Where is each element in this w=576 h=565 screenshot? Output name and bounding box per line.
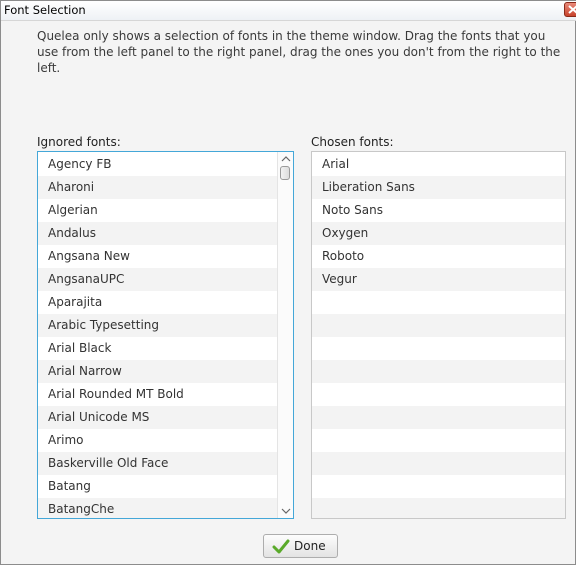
title-bar: Font Selection — [1, 1, 576, 21]
list-item[interactable] — [312, 406, 565, 429]
close-button[interactable] — [564, 2, 576, 17]
list-item[interactable]: Andalus — [38, 222, 277, 245]
list-item[interactable]: Vegur — [312, 268, 565, 291]
list-item[interactable]: Arial Narrow — [38, 360, 277, 383]
list-item[interactable]: Noto Sans — [312, 199, 565, 222]
list-item[interactable]: Aparajita — [38, 291, 277, 314]
scroll-up-icon[interactable] — [281, 155, 291, 163]
list-item[interactable] — [312, 429, 565, 452]
font-selection-dialog: Font Selection Quelea only shows a selec… — [0, 0, 576, 565]
list-item[interactable]: AngsanaUPC — [38, 268, 277, 291]
list-item[interactable]: Batang — [38, 475, 277, 498]
list-item[interactable] — [312, 314, 565, 337]
list-item[interactable] — [312, 452, 565, 475]
chosen-fonts-list[interactable]: Arial Liberation Sans Noto Sans Oxygen Robot… — [311, 151, 566, 519]
list-item[interactable]: Arial — [312, 153, 565, 176]
list-item[interactable] — [312, 360, 565, 383]
scrollbar-thumb[interactable] — [280, 166, 290, 180]
list-item[interactable]: Roboto — [312, 245, 565, 268]
close-icon — [568, 5, 576, 14]
list-item[interactable] — [312, 383, 565, 406]
description-text: Quelea only shows a selection of fonts i… — [37, 29, 561, 75]
done-button-label: Done — [294, 539, 326, 553]
list-item[interactable] — [312, 475, 565, 498]
done-button[interactable]: Done — [263, 534, 338, 558]
checkmark-icon — [272, 539, 290, 554]
list-item[interactable]: Algerian — [38, 199, 277, 222]
vertical-scrollbar[interactable] — [277, 152, 293, 518]
list-item[interactable]: Oxygen — [312, 222, 565, 245]
list-item[interactable] — [312, 337, 565, 360]
ignored-fonts-list[interactable]: Agency FB Aharoni Algerian Andalus Angsana N… — [37, 151, 294, 519]
scroll-down-icon[interactable] — [281, 507, 291, 515]
list-item[interactable]: Liberation Sans — [312, 176, 565, 199]
list-item[interactable]: Angsana New — [38, 245, 277, 268]
list-item[interactable]: Baskerville Old Face — [38, 452, 277, 475]
list-item[interactable]: Arial Unicode MS — [38, 406, 277, 429]
list-item[interactable] — [312, 291, 565, 314]
list-item[interactable]: Aharoni — [38, 176, 277, 199]
list-item[interactable] — [312, 498, 565, 518]
list-item[interactable]: Agency FB — [38, 153, 277, 176]
chosen-fonts-label: Chosen fonts: — [311, 135, 394, 149]
ignored-fonts-label: Ignored fonts: — [37, 135, 121, 149]
list-item[interactable]: Arial Rounded MT Bold — [38, 383, 277, 406]
list-item[interactable]: BatangChe — [38, 498, 277, 518]
list-item[interactable]: Arimo — [38, 429, 277, 452]
list-item[interactable]: Arial Black — [38, 337, 277, 360]
window-title: Font Selection — [4, 3, 86, 17]
list-item[interactable]: Arabic Typesetting — [38, 314, 277, 337]
